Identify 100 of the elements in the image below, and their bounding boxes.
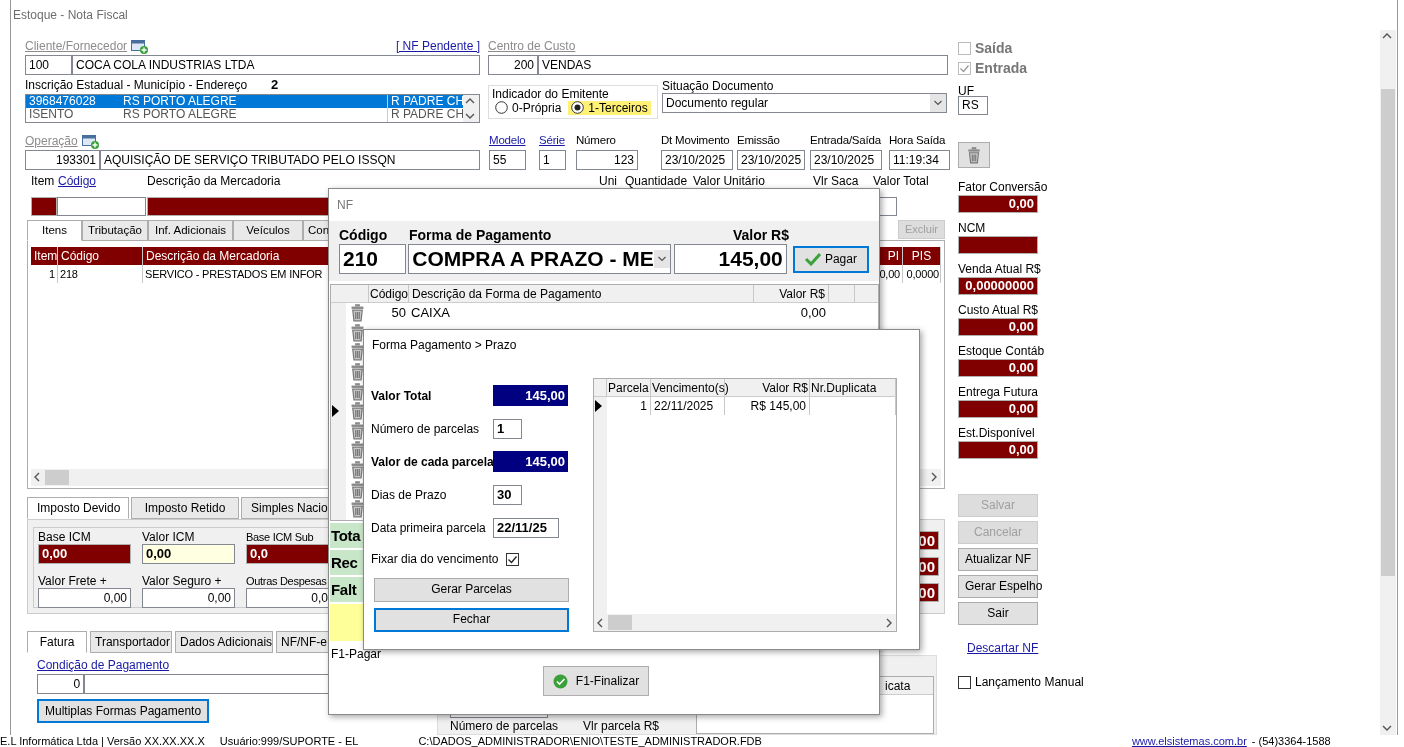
text-field[interactable]: 123 (576, 149, 638, 170)
table-cell: 1 (31, 264, 58, 283)
field-label: Uni (599, 173, 617, 188)
pay-button[interactable]: Pagar (792, 245, 869, 273)
action-button[interactable]: Sair (958, 602, 1038, 625)
text-field[interactable]: 55 (489, 149, 526, 170)
checkbox[interactable] (506, 552, 520, 566)
trash-icon[interactable] (965, 146, 983, 164)
table-cell-text: 50 (390, 304, 407, 322)
text-field[interactable]: 0 (37, 674, 85, 694)
field-label: Fator Conversão (958, 180, 1049, 194)
text-field[interactable]: VENDAS (538, 55, 948, 75)
dialog-title: NF (336, 197, 353, 214)
text-field[interactable]: 210 (339, 244, 407, 274)
text-field[interactable]: COCA COLA INDUSTRIAS LTDA (72, 55, 480, 75)
field-label: Valor Unitário (693, 173, 765, 188)
list-cell-text: 3968476028 (28, 94, 97, 109)
select-field[interactable]: Documento regular (662, 92, 947, 113)
field-link[interactable]: Código (58, 173, 97, 188)
text-field[interactable]: RS (958, 96, 988, 115)
column-header: Valor R$ (754, 285, 829, 302)
column-header: Código (58, 246, 143, 265)
field-label: Data primeira parcela (371, 520, 487, 535)
text-field[interactable]: 11:19:34 (889, 149, 950, 170)
column-header: PIS (903, 246, 941, 265)
finish-button[interactable]: F1-Finalizar (543, 666, 649, 696)
text-field[interactable]: 23/10/2025 (661, 149, 733, 170)
scroll-thumb[interactable] (608, 615, 632, 630)
text-field[interactable]: 100 (25, 55, 72, 75)
table-cell: 1 (607, 397, 651, 415)
value-field: 0,00 (958, 441, 1038, 459)
text-field[interactable]: 0,00 (38, 588, 131, 609)
checkbox[interactable] (958, 61, 971, 75)
discard-link[interactable]: Descartar NF (967, 641, 1083, 655)
tab[interactable]: Transportador (90, 631, 172, 653)
tab[interactable]: Fatura (27, 631, 87, 653)
field-label: Outras Despesas (246, 574, 327, 589)
column-header: Código (369, 285, 409, 302)
text-field[interactable]: 0,00 (38, 544, 131, 565)
scrollbar[interactable] (1380, 30, 1396, 735)
text-field[interactable]: 200 (488, 55, 538, 75)
checkbox[interactable] (958, 41, 971, 55)
tab[interactable]: Dados Adicionais (175, 631, 273, 653)
radio-button[interactable] (495, 101, 508, 115)
generate-button[interactable]: Gerar Parcelas (374, 578, 569, 602)
radio-button[interactable] (571, 101, 585, 115)
text-field[interactable] (31, 196, 57, 216)
tab[interactable]: Tributação (82, 219, 148, 241)
text-field[interactable]: 1 (539, 149, 566, 170)
scroll-thumb[interactable] (45, 469, 69, 485)
tab[interactable]: Itens (27, 219, 82, 241)
field-link[interactable]: Modelo (489, 132, 526, 148)
multiple-payments-button[interactable]: Multiplas Formas Pagamento (37, 699, 210, 723)
text-field[interactable]: 23/10/2025 (737, 149, 805, 170)
text-field[interactable]: 0,00 (142, 544, 235, 565)
text-field[interactable]: 1 (493, 418, 522, 439)
window-add-icon[interactable] (81, 133, 99, 149)
status-text[interactable]: www.elsistemas.com.br (1131, 735, 1247, 747)
select-field[interactable]: COMPRA A PRAZO - ME (408, 244, 672, 274)
tab[interactable]: Inf. Adicionais (148, 219, 233, 241)
list-box[interactable]: 3968476028 RS PORTO ALEGRE R PADRE CH ISENTO RS PORTO ALEGRE R PADRE CH (25, 93, 480, 123)
field-label: Operação (25, 134, 78, 149)
caret-icon[interactable] (930, 93, 946, 112)
close-button[interactable]: Fechar (374, 608, 569, 632)
tab[interactable]: Imposto Devido (27, 497, 129, 520)
checkbox-label: Lançamento Manual (975, 675, 1084, 689)
checkbox[interactable] (958, 675, 971, 689)
text-field[interactable] (57, 196, 146, 216)
text-field[interactable]: 0,00 (142, 588, 235, 609)
text-field[interactable]: AQUISIÇÃO DE SERVIÇO TRIBUTADO PELO ISSQN (100, 149, 480, 170)
scroll-thumb[interactable] (1381, 89, 1395, 576)
list-cell-text: RS (123, 94, 141, 109)
list-cell-text: PORTO ALEGRE (143, 108, 238, 122)
count-label: 2 (271, 78, 279, 93)
table-cell-text: CAIXA (410, 304, 451, 322)
action-button[interactable]: Atualizar NF (958, 548, 1038, 571)
tab[interactable]: Imposto Retido (131, 497, 239, 520)
tab[interactable]: Veículos (233, 219, 303, 241)
text-field[interactable]: 145,00 (674, 244, 787, 274)
text-field[interactable]: 193301 (25, 149, 100, 170)
list-row[interactable]: 3968476028 RS PORTO ALEGRE R PADRE CH (26, 94, 463, 109)
scrollbar[interactable] (594, 614, 896, 631)
value-field: 0,00 (958, 318, 1038, 336)
column-header: icata (885, 678, 911, 694)
text-field[interactable]: 30 (493, 484, 522, 505)
checkbox-label: Fixar dia do vencimento (371, 552, 499, 566)
value-field: 0,00 (958, 400, 1038, 418)
field-link[interactable]: Série (539, 132, 565, 148)
table-cell: 22/11/2025 (651, 397, 725, 415)
pending-link[interactable]: [ NF Pendente ] (395, 39, 480, 53)
window-add-icon[interactable] (131, 38, 149, 54)
field-label: Valor Frete + (38, 574, 107, 589)
field-label: Número (576, 132, 616, 148)
field-label: Quantidade (625, 173, 688, 188)
delete-button[interactable] (958, 142, 990, 168)
list-cell-text: ISENTO (28, 108, 75, 122)
text-field[interactable]: 22/11/25 (493, 517, 559, 538)
text-field[interactable]: 23/10/2025 (810, 149, 882, 170)
field-label: Entrega Futura (958, 385, 1040, 399)
check-icon (804, 252, 821, 266)
